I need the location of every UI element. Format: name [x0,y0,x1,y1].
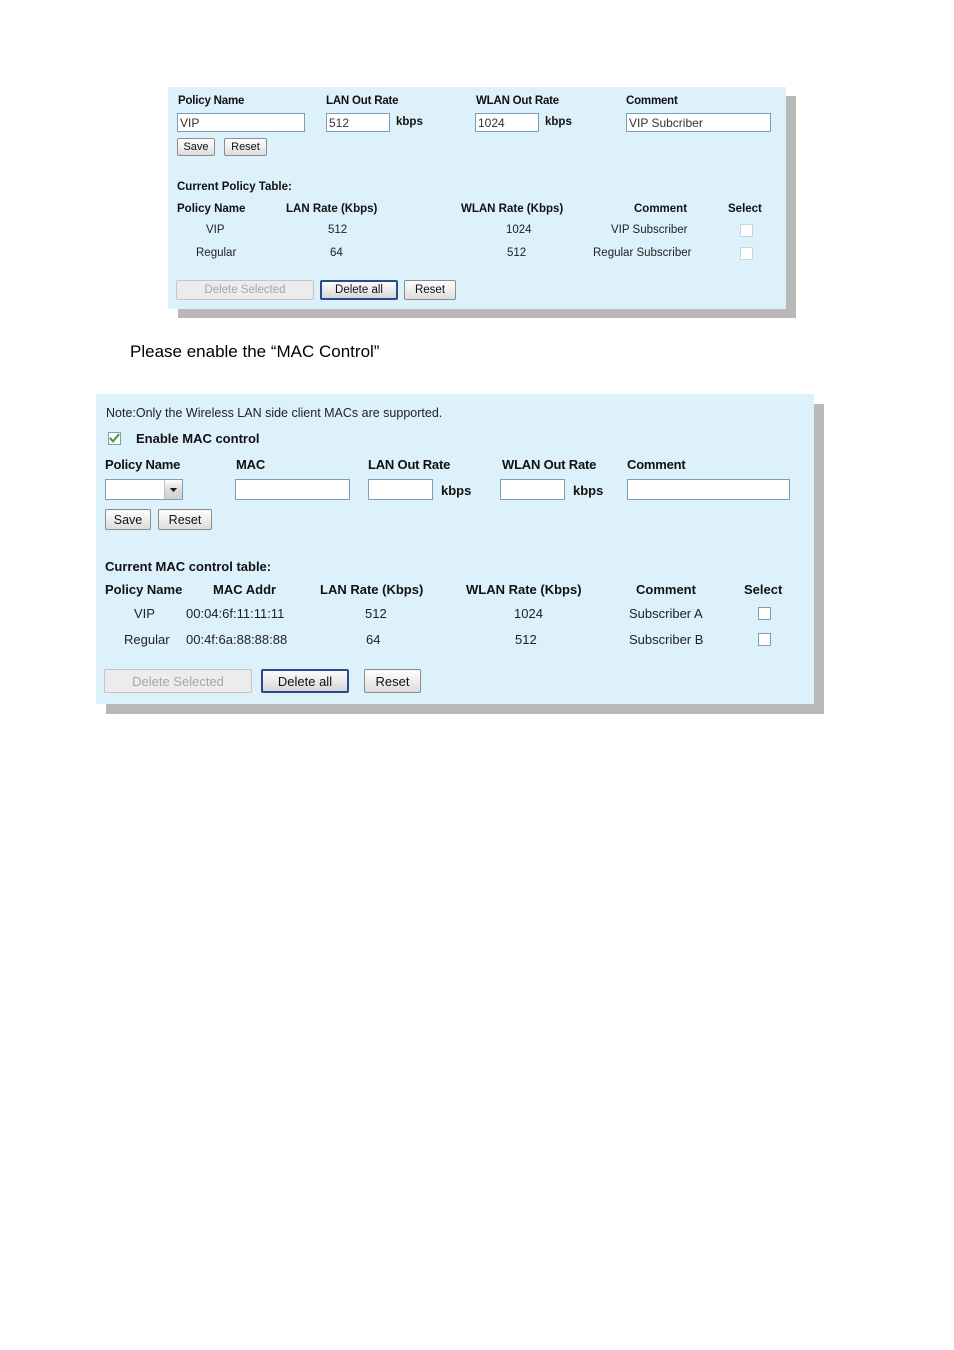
mac-row-wlan-rate: 1024 [514,606,543,621]
policy-name-input[interactable] [177,113,305,132]
wlan-rate-unit: kbps [545,116,572,128]
mac-lan-out-rate-input[interactable] [368,479,433,500]
mac-delete-selected-button[interactable]: Delete Selected [104,669,252,693]
mac-table-header-mac-addr: MAC Addr [213,582,277,597]
mac-table-header-lan-rate: LAN Rate (Kbps) [320,582,424,597]
policy-row-name: VIP [206,224,225,236]
policy-row-wlan-rate: 512 [507,247,527,259]
mac-wlan-out-rate-input[interactable] [500,479,565,500]
mac-policy-name-select[interactable] [105,479,183,500]
enable-mac-control-checkbox[interactable] [108,432,121,445]
mac-lan-out-rate-label: LAN Out Rate [368,457,451,472]
policy-table-header-policy-name: Policy Name [177,203,246,215]
page-caption: Please enable the “MAC Control” [130,342,380,361]
policy-panel: Policy Name LAN Out Rate WLAN Out Rate C… [168,87,786,309]
mac-row-policy-name: VIP [134,606,155,621]
policy-row-wlan-rate: 1024 [506,224,532,236]
wlan-out-rate-label: WLAN Out Rate [476,95,560,107]
mac-lan-rate-unit: kbps [441,483,472,498]
delete-all-button[interactable]: Delete all [320,280,398,300]
mac-note: Note:Only the Wireless LAN side client M… [106,406,443,420]
mac-comment-label: Comment [627,457,686,472]
comment-label: Comment [626,95,678,107]
policy-table-header-comment: Comment [634,203,688,215]
policy-table-header-select: Select [728,203,762,215]
save-button[interactable]: Save [177,138,215,156]
mac-row-policy-name: Regular [124,632,170,647]
mac-table-header-select: Select [744,582,783,597]
mac-row-wlan-rate: 512 [515,632,537,647]
mac-address-label: MAC [236,457,266,472]
mac-row-select-checkbox[interactable] [758,633,771,646]
mac-comment-input[interactable] [627,479,790,500]
mac-table-header-wlan-rate: WLAN Rate (Kbps) [466,582,582,597]
policy-row-comment: VIP Subscriber [611,224,688,236]
policy-row-lan-rate: 512 [328,224,348,236]
mac-reset-button[interactable]: Reset [158,509,212,530]
policy-row-name: Regular [196,247,237,259]
comment-input[interactable] [626,113,771,132]
current-mac-table-title: Current MAC control table: [105,559,272,574]
mac-policy-name-label: Policy Name [105,457,181,472]
lan-rate-unit: kbps [396,116,423,128]
wlan-out-rate-input[interactable] [475,113,539,132]
mac-wlan-rate-unit: kbps [573,483,604,498]
policy-row-select-checkbox[interactable] [740,224,753,237]
policy-row-select-checkbox[interactable] [740,247,753,260]
mac-delete-all-button[interactable]: Delete all [261,669,349,693]
mac-table-reset-button[interactable]: Reset [364,669,421,693]
mac-row-comment: Subscriber A [629,606,703,621]
mac-row-mac-addr: 00:4f:6a:88:88:88 [186,632,288,647]
mac-row-mac-addr: 00:04:6f:11:11:11 [186,606,285,621]
mac-panel: Note:Only the Wireless LAN side client M… [96,394,814,704]
mac-address-input[interactable] [235,479,350,500]
enable-mac-control-label: Enable MAC control [136,431,260,446]
policy-row-lan-rate: 64 [330,247,343,259]
mac-row-select-checkbox[interactable] [758,607,771,620]
mac-wlan-out-rate-label: WLAN Out Rate [502,457,597,472]
lan-out-rate-input[interactable] [326,113,390,132]
policy-row-comment: Regular Subscriber [593,247,692,259]
mac-save-button[interactable]: Save [105,509,151,530]
lan-out-rate-label: LAN Out Rate [326,95,399,107]
mac-table-header-comment: Comment [636,582,696,597]
policy-table-header-lan-rate: LAN Rate (Kbps) [286,203,378,215]
policy-table-header-wlan-rate: WLAN Rate (Kbps) [461,203,564,215]
delete-selected-button[interactable]: Delete Selected [176,280,314,300]
current-policy-table-title: Current Policy Table: [177,181,292,193]
mac-table-header-policy-name: Policy Name [105,582,183,597]
table-reset-button[interactable]: Reset [404,280,456,300]
mac-row-lan-rate: 64 [366,632,381,647]
reset-button[interactable]: Reset [224,138,267,156]
policy-name-label: Policy Name [178,95,245,107]
mac-row-comment: Subscriber B [629,632,704,647]
mac-row-lan-rate: 512 [365,606,387,621]
chevron-down-icon [164,480,182,499]
